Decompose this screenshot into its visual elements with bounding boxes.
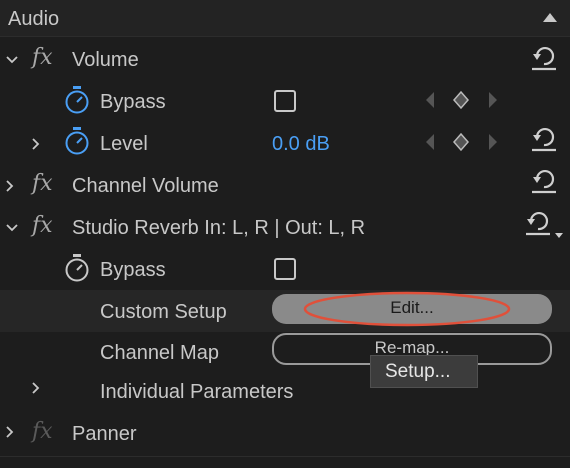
fx-icon[interactable]: fx [32, 420, 53, 444]
chevron-down-icon[interactable] [4, 220, 20, 236]
bypass-label: Bypass [100, 259, 166, 281]
chevron-down-icon[interactable] [4, 52, 20, 68]
reset-icon[interactable] [528, 43, 560, 73]
panner-row[interactable]: fx Panner [0, 414, 570, 454]
bypass-checkbox[interactable] [274, 258, 296, 280]
volume-bypass-row: Bypass [0, 82, 570, 122]
level-row: Level 0.0 dB [0, 124, 570, 164]
tooltip-text: Setup... [385, 361, 451, 382]
add-keyframe-icon[interactable] [452, 90, 470, 110]
individual-parameters-row[interactable]: Individual Parameters [0, 374, 570, 414]
chevron-right-icon[interactable] [2, 178, 18, 194]
studio-reverb-row[interactable]: fx Studio Reverb In: L, R | Out: L, R [0, 208, 570, 248]
fx-icon[interactable]: fx [32, 172, 53, 196]
chevron-right-icon[interactable] [2, 424, 18, 440]
reverb-bypass-row: Bypass [0, 250, 570, 290]
channel-map-row: Channel Map Re-map... [0, 332, 570, 374]
individual-parameters-label: Individual Parameters [100, 381, 294, 403]
effect-name: Volume [72, 49, 139, 71]
level-value[interactable]: 0.0 dB [272, 132, 330, 156]
collapse-up-icon[interactable] [540, 10, 560, 24]
custom-setup-row: Custom Setup Edit... [0, 290, 570, 332]
volume-row[interactable]: fx Volume [0, 40, 570, 80]
level-label: Level [100, 133, 148, 155]
reset-icon[interactable] [528, 124, 560, 154]
section-title: Audio [8, 8, 60, 30]
chevron-right-icon[interactable] [28, 136, 44, 152]
setup-tooltip: Setup... [370, 355, 478, 388]
effect-name: Studio Reverb In: L, R | Out: L, R [72, 217, 366, 239]
stopwatch-icon[interactable] [63, 85, 91, 115]
effect-name: Panner [72, 423, 137, 445]
fx-icon[interactable]: fx [32, 46, 53, 70]
reset-dropdown-icon[interactable] [522, 208, 566, 242]
audio-header: Audio [0, 0, 570, 36]
channel-volume-row[interactable]: fx Channel Volume [0, 166, 570, 206]
add-keyframe-icon[interactable] [452, 132, 470, 152]
next-keyframe-icon[interactable] [487, 90, 499, 110]
channel-map-label: Channel Map [100, 342, 219, 364]
reset-icon[interactable] [528, 166, 560, 196]
stopwatch-icon[interactable] [63, 253, 91, 283]
previous-keyframe-icon[interactable] [424, 90, 436, 110]
fx-icon[interactable]: fx [32, 214, 53, 238]
effect-name: Channel Volume [72, 175, 219, 197]
stopwatch-icon[interactable] [63, 126, 91, 156]
chevron-right-icon[interactable] [28, 380, 44, 396]
next-keyframe-icon[interactable] [487, 132, 499, 152]
highlight-ellipse [303, 291, 511, 327]
bypass-label: Bypass [100, 91, 166, 113]
custom-setup-label: Custom Setup [100, 301, 227, 323]
previous-keyframe-icon[interactable] [424, 132, 436, 152]
bypass-checkbox[interactable] [274, 90, 296, 112]
